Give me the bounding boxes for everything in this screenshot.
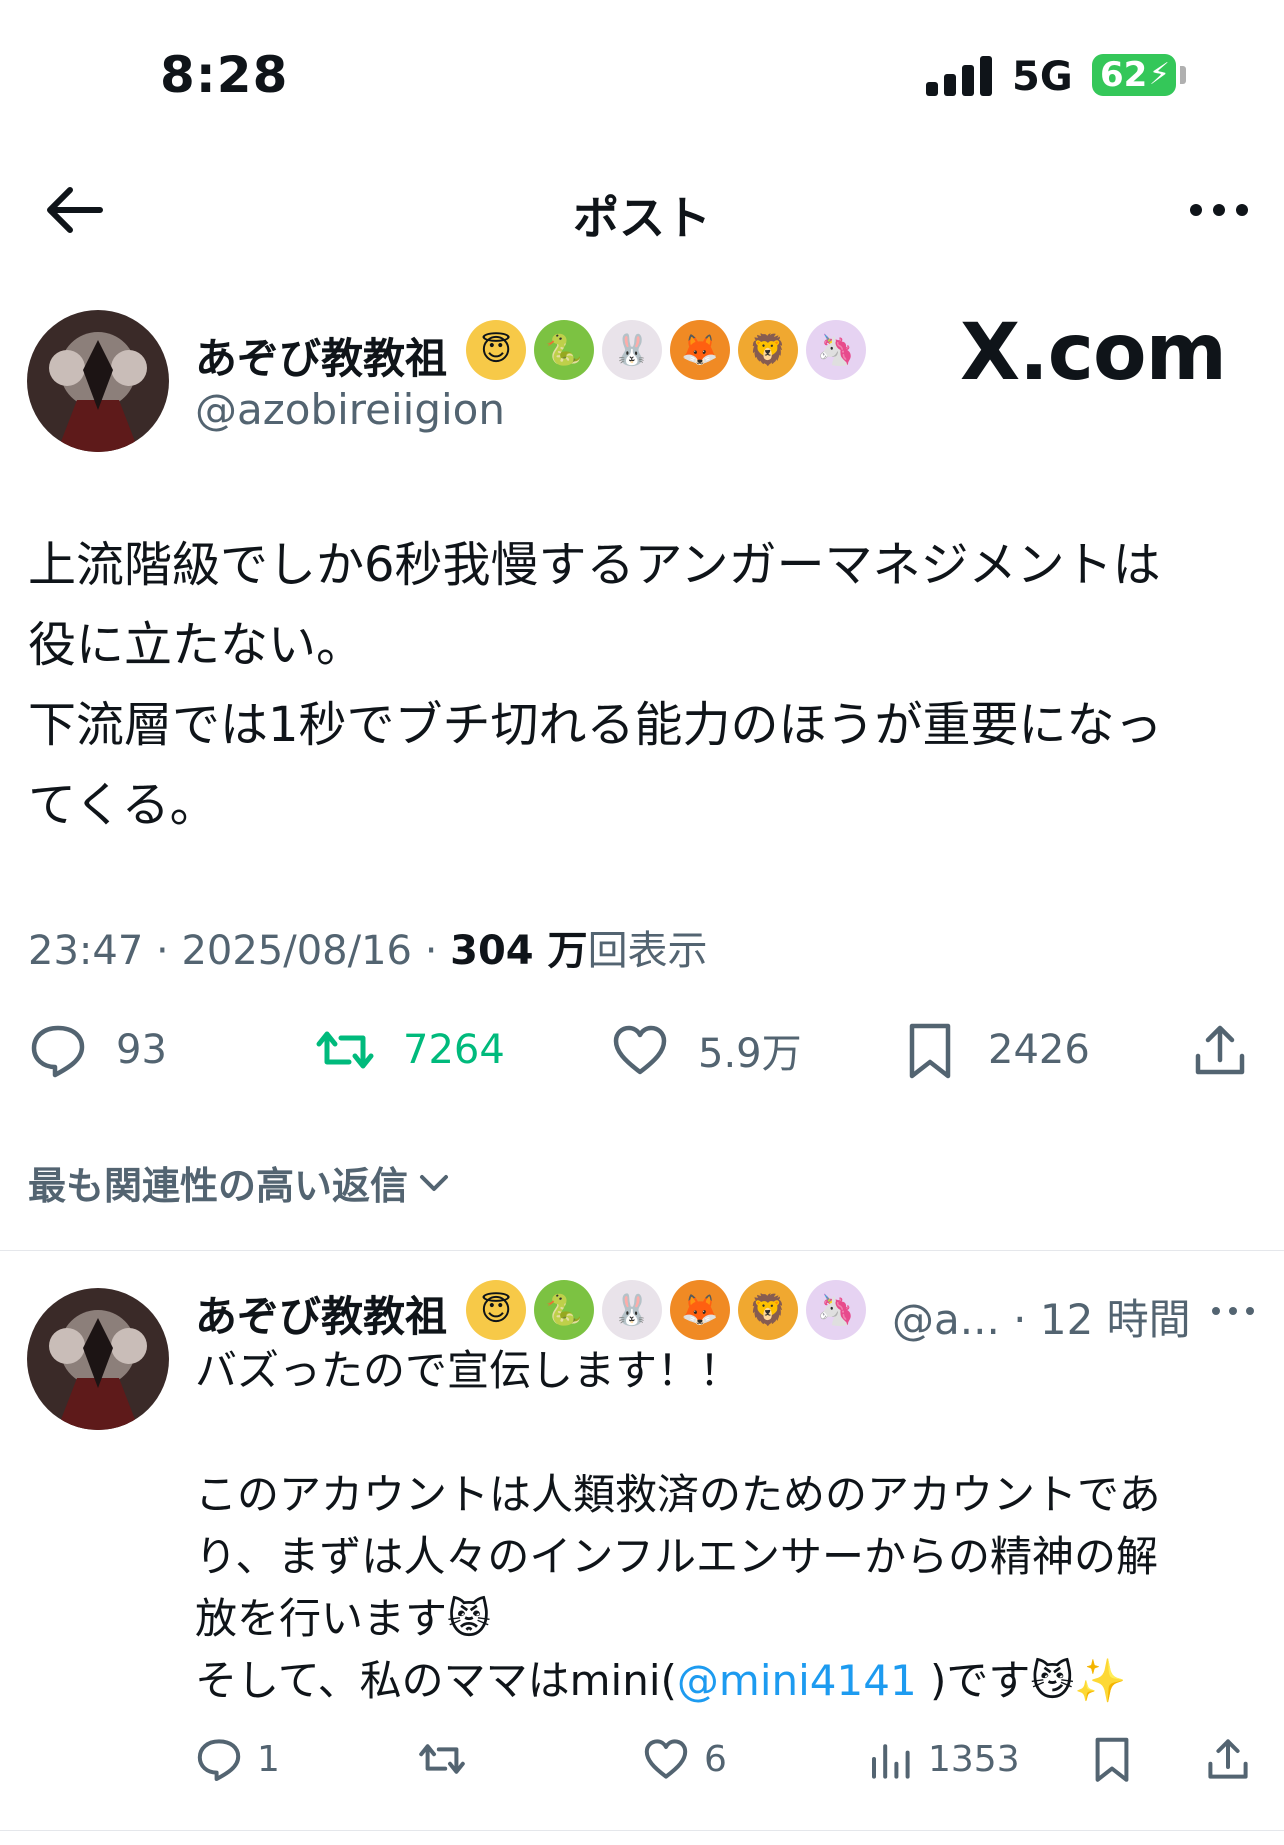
snake-emoji: 🐍: [534, 1280, 594, 1340]
reply-button[interactable]: 93: [28, 1020, 167, 1080]
reply-icon: [197, 1739, 241, 1781]
snake-emoji: 🐍: [534, 320, 594, 380]
lion-emoji: 🦁: [738, 1280, 798, 1340]
reply-text-body: バズったので宣伝します！！ このアカウントは人類救済のためのアカウントであ り、…: [195, 1346, 1161, 1705]
repost-button[interactable]: 7264: [315, 1020, 505, 1080]
like-button[interactable]: 5.9万: [610, 1020, 802, 1080]
reply-icon: [31, 1025, 85, 1078]
rabbit-emoji: 🐰: [602, 1280, 662, 1340]
reply-author-name[interactable]: あぞび教教祖: [195, 1283, 447, 1344]
reply-sort-label: 最も関連性の高い返信: [28, 1164, 409, 1208]
bookmark-icon: [909, 1023, 951, 1079]
unicorn-emoji: 🦄: [806, 1280, 866, 1340]
view-count: 304 万: [450, 928, 588, 974]
repost-icon: [419, 1744, 465, 1774]
post-meta: 23:47 · 2025/08/16 · 304 万回表示: [28, 928, 708, 974]
reply-sort-dropdown[interactable]: 最も関連性の高い返信: [28, 1155, 454, 1210]
fox-emoji: 🦊: [670, 1280, 730, 1340]
reply-text: バズったので宣伝します！！ このアカウントは人類救済のためのアカウントであ り、…: [195, 1340, 1255, 1712]
lion-emoji: 🦁: [738, 320, 798, 380]
share-icon: [1195, 1025, 1245, 1075]
heart-icon: [613, 1025, 667, 1075]
rabbit-emoji: 🐰: [602, 320, 662, 380]
post-date[interactable]: 2025/08/16: [181, 928, 412, 974]
reply-like-count: 6: [704, 1738, 727, 1780]
post-time[interactable]: 23:47: [28, 928, 143, 974]
status-time: 8:28: [160, 46, 289, 104]
heart-icon: [644, 1739, 688, 1779]
view-count-label: 回表示: [587, 928, 708, 974]
reply-bookmark-button[interactable]: [1088, 1735, 1136, 1783]
repost-count: 7264: [403, 1027, 505, 1073]
reply-age[interactable]: 12 時間: [1040, 1295, 1191, 1344]
unicorn-emoji: 🦄: [806, 320, 866, 380]
author-emoji-row: 😇 🐍 🐰 🦊 🦁 🦄: [466, 320, 866, 380]
halo-face-emoji: 😇: [466, 1280, 526, 1340]
reply-text-tail: )です😼✨: [916, 1656, 1127, 1705]
reply-avatar[interactable]: [27, 1288, 169, 1430]
bookmark-button[interactable]: 2426: [900, 1020, 1090, 1080]
reply-repost-button[interactable]: [418, 1735, 466, 1783]
bookmark-count: 2426: [988, 1027, 1090, 1073]
divider: [0, 1250, 1284, 1251]
share-icon: [1208, 1739, 1248, 1779]
chevron-down-icon: [420, 1174, 449, 1191]
reply-author-emoji-row: 😇 🐍 🐰 🦊 🦁 🦄: [466, 1280, 866, 1340]
like-count: 5.9万: [698, 1031, 802, 1077]
reply-meta: @a... · 12 時間: [892, 1295, 1191, 1344]
repost-icon: [316, 1031, 374, 1069]
reply-more-icon[interactable]: [1208, 1296, 1258, 1326]
more-options-icon[interactable]: [1184, 190, 1254, 230]
reply-view-count: 1353: [928, 1738, 1020, 1780]
reply-actions: 1 6 1353: [0, 1735, 1284, 1795]
signal-strength-icon: [926, 56, 992, 96]
status-bar: 8:28 5G 62 ⚡: [0, 0, 1284, 140]
post-text: 上流階級でしか6秒我慢するアンガーマネジメントは 役に立たない。 下流層では1秒…: [28, 537, 1163, 833]
bookmark-icon: [1095, 1737, 1129, 1782]
fox-emoji: 🦊: [670, 320, 730, 380]
reply-reply-button[interactable]: 1: [195, 1735, 280, 1783]
divider: [0, 1830, 1284, 1831]
halo-face-emoji: 😇: [466, 320, 526, 380]
author-name[interactable]: あぞび教教祖: [195, 325, 447, 386]
post-actions: 93 7264 5.9万 2426: [0, 1020, 1284, 1090]
reply-reply-count: 1: [257, 1738, 280, 1780]
reply-count: 93: [116, 1027, 167, 1073]
battery-indicator: 62 ⚡: [1092, 54, 1176, 96]
reply-views-button[interactable]: 1353: [866, 1735, 1020, 1783]
mention-link[interactable]: @mini4141: [677, 1656, 917, 1705]
reply-like-button[interactable]: 6: [642, 1735, 727, 1783]
watermark: X.com: [960, 308, 1227, 398]
battery-cap: [1180, 66, 1186, 84]
analytics-icon: [872, 1744, 910, 1779]
battery-level: 62: [1100, 55, 1148, 95]
network-type: 5G: [1012, 54, 1073, 100]
author-handle[interactable]: @azobireiigion: [195, 385, 505, 434]
avatar[interactable]: [27, 310, 169, 452]
top-nav: ポスト: [0, 160, 1284, 260]
reply-handle[interactable]: @a...: [892, 1295, 1000, 1344]
reply-share-button[interactable]: [1204, 1735, 1252, 1783]
page-title: ポスト: [573, 191, 711, 245]
charging-bolt-icon: ⚡: [1148, 57, 1170, 92]
share-button[interactable]: [1190, 1020, 1250, 1080]
